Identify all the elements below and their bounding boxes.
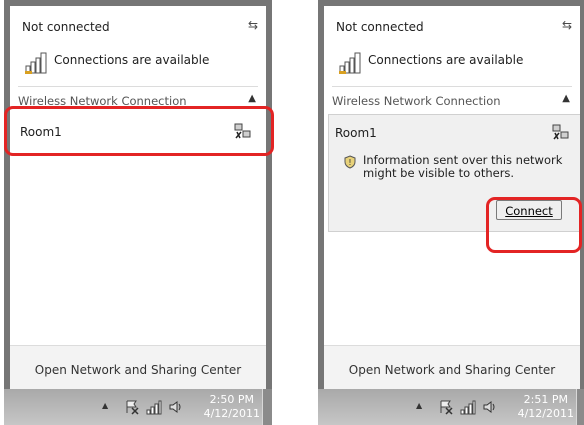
chevron-up-icon: ▲ bbox=[248, 93, 256, 104]
volume-icon[interactable] bbox=[482, 399, 498, 415]
taskbar: ▲ 2:51 PM 4/12/2011 bbox=[318, 389, 584, 425]
wireless-network-icon bbox=[552, 124, 569, 140]
wireless-section-header[interactable]: Wireless Network Connection ▲ bbox=[324, 90, 580, 110]
chevron-up-icon: ▲ bbox=[562, 93, 570, 104]
show-hidden-icons-icon[interactable]: ▲ bbox=[416, 401, 422, 410]
connections-available-label: Connections are available bbox=[368, 53, 524, 67]
network-tray-icon[interactable] bbox=[146, 399, 162, 415]
clock-time: 2:50 PM bbox=[209, 393, 254, 406]
security-warning-text: Information sent over this network might… bbox=[363, 153, 563, 180]
svg-text:!: ! bbox=[348, 158, 351, 167]
shield-warning-icon: ! bbox=[344, 155, 356, 169]
highlight-network-item bbox=[4, 106, 274, 156]
connection-status: Not connected bbox=[22, 20, 110, 34]
footer: Open Network and Sharing Center bbox=[10, 346, 266, 389]
section-title: Wireless Network Connection bbox=[332, 94, 501, 108]
show-desktop-button[interactable] bbox=[262, 389, 272, 425]
show-hidden-icons-icon[interactable]: ▲ bbox=[102, 401, 108, 410]
footer: Open Network and Sharing Center bbox=[324, 346, 580, 389]
clock-date: 4/12/2011 bbox=[517, 407, 574, 420]
taskbar: ▲ 2:50 PM 4/12/2011 bbox=[4, 389, 272, 425]
action-center-flag-icon[interactable] bbox=[124, 399, 140, 415]
network-flyout: Not connected ⇆ Connections are availabl… bbox=[10, 6, 266, 389]
divider bbox=[332, 86, 572, 87]
volume-icon[interactable] bbox=[168, 399, 184, 415]
open-network-sharing-center-link[interactable]: Open Network and Sharing Center bbox=[10, 363, 266, 377]
action-center-flag-icon[interactable] bbox=[438, 399, 454, 415]
open-network-sharing-center-link[interactable]: Open Network and Sharing Center bbox=[324, 363, 580, 377]
show-desktop-button[interactable] bbox=[576, 389, 584, 425]
network-name: Room1 bbox=[335, 126, 377, 140]
signal-bars-icon bbox=[25, 52, 47, 74]
network-panel-before: Not connected ⇆ Connections are availabl… bbox=[4, 0, 272, 425]
network-tray-icon[interactable] bbox=[460, 399, 476, 415]
clock-time: 2:51 PM bbox=[523, 393, 568, 406]
highlight-connect-button bbox=[486, 197, 582, 253]
refresh-icon[interactable]: ⇆ bbox=[562, 18, 572, 32]
signal-bars-icon bbox=[339, 52, 361, 74]
connections-available-label: Connections are available bbox=[54, 53, 210, 67]
clock-date: 4/12/2011 bbox=[203, 407, 260, 420]
refresh-icon[interactable]: ⇆ bbox=[248, 18, 258, 32]
clock[interactable]: 2:51 PM 4/12/2011 bbox=[518, 393, 574, 421]
divider bbox=[18, 86, 258, 87]
clock[interactable]: 2:50 PM 4/12/2011 bbox=[204, 393, 260, 421]
connection-status: Not connected bbox=[336, 20, 424, 34]
